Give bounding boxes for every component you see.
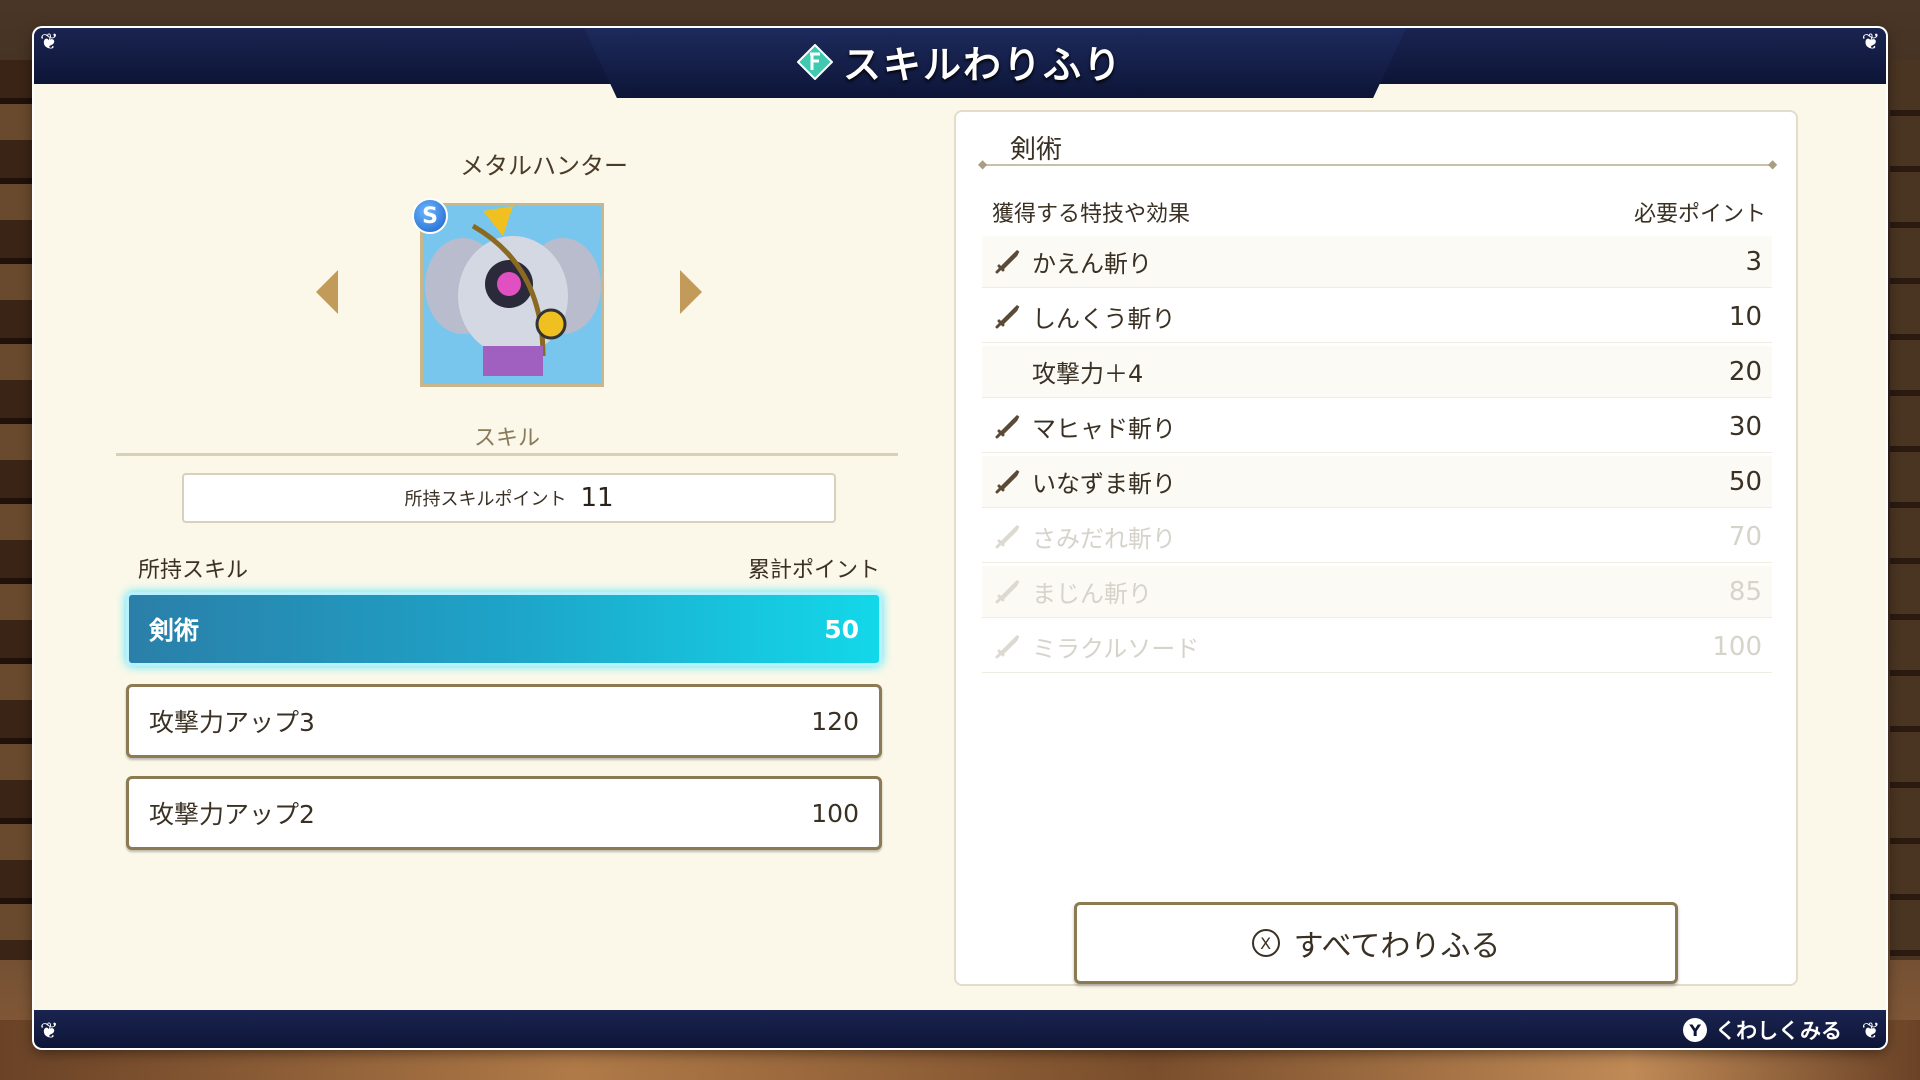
ability-row[interactable]: まじん斬り 85 xyxy=(982,566,1772,618)
ability-points: 50 xyxy=(1728,466,1762,497)
effect-column-label: 獲得する特技や効果 xyxy=(992,202,1191,227)
sword-icon xyxy=(995,634,1020,658)
sword-icon xyxy=(995,414,1020,438)
ability-points: 70 xyxy=(1728,521,1762,552)
ability-points: 30 xyxy=(1728,411,1762,442)
sword-icon xyxy=(995,304,1020,328)
ability-name-group: 攻撃力＋4 xyxy=(992,354,1143,389)
skill-row[interactable]: 攻撃力アップ2 100 xyxy=(126,776,882,850)
corner-ornament-icon: ❦ xyxy=(1861,30,1880,55)
ability-name-group: ミラクルソード xyxy=(992,629,1199,664)
x-button-icon: X xyxy=(1251,929,1280,957)
ability-points: 20 xyxy=(1728,356,1762,387)
corner-ornament-icon: ❦ xyxy=(40,1019,59,1044)
icon-spacer xyxy=(992,357,1022,387)
title-container: スキルわりふり xyxy=(34,34,1886,89)
detail-title: 剣術 xyxy=(1010,135,1063,165)
skill-points-box: 所持スキルポイント 11 xyxy=(182,473,836,523)
ability-points: 100 xyxy=(1712,631,1762,662)
ability-name-group: しんくう斬り xyxy=(992,299,1176,334)
rule-ornament-icon: ◆ xyxy=(978,157,988,171)
ability-name: いなずま斬り xyxy=(1032,470,1176,498)
sword-icon xyxy=(995,249,1020,273)
ability-name: ミラクルソード xyxy=(1032,635,1200,663)
skill-section-label: スキル xyxy=(473,426,540,451)
rule-ornament-icon: ◆ xyxy=(1768,157,1778,171)
ability-row[interactable]: ミラクルソード 100 xyxy=(982,621,1772,673)
skill-row[interactable]: 攻撃力アップ3 120 xyxy=(126,684,882,758)
skill-points-value: 11 xyxy=(580,483,614,513)
ability-points: 85 xyxy=(1728,576,1762,607)
ability-table-header: 獲得する特技や効果 必要ポイント xyxy=(992,196,1766,228)
skill-points-label: 所持スキルポイント xyxy=(404,489,567,510)
sword-icon xyxy=(995,469,1020,493)
prev-character-arrow-icon[interactable] xyxy=(316,270,338,314)
sword-icon xyxy=(995,579,1020,603)
sword-icon xyxy=(995,524,1020,548)
skill-name: 剣術 xyxy=(149,616,200,645)
assign-all-button[interactable]: X すべてわりふる xyxy=(1074,902,1678,984)
skill-name: 攻撃力アップ2 xyxy=(149,800,315,829)
ability-row[interactable]: マヒャド斬り 30 xyxy=(982,401,1772,453)
corner-ornament-icon: ❦ xyxy=(40,30,59,55)
details-hint[interactable]: Y くわしくみる xyxy=(1683,1015,1842,1045)
ability-name: しんくう斬り xyxy=(1032,305,1176,333)
ability-points: 10 xyxy=(1728,301,1762,332)
skill-row-selected[interactable]: 剣術 50 xyxy=(126,592,882,666)
detail-title-rule xyxy=(984,164,1774,166)
ability-name: 攻撃力＋4 xyxy=(1032,360,1144,388)
ability-name: さみだれ斬り xyxy=(1032,525,1176,553)
rank-badge: S xyxy=(412,198,448,234)
skill-points: 120 xyxy=(811,706,859,736)
owned-skills-header: 所持スキル 累計ポイント xyxy=(138,552,880,584)
skill-points: 100 xyxy=(811,798,859,828)
skill-diamond-icon xyxy=(796,43,833,80)
character-portrait xyxy=(420,203,604,387)
ability-name-group: いなずま斬り xyxy=(992,464,1176,499)
section-divider xyxy=(116,453,898,456)
background-bookshelf-right xyxy=(1890,60,1920,960)
ability-name-group: マヒャド斬り xyxy=(992,409,1176,444)
bottom-bar: Y くわしくみる xyxy=(34,1010,1886,1048)
points-column-label: 必要ポイント xyxy=(1633,202,1766,227)
assign-all-label: すべてわりふる xyxy=(1293,929,1501,964)
ability-name-group: まじん斬り xyxy=(992,574,1152,609)
skill-name: 攻撃力アップ3 xyxy=(149,708,315,737)
skill-allocation-window: スキルわりふり ❦ ❦ メタルハンター S スキル 所持スキルポイント 11 所… xyxy=(34,28,1886,1048)
ability-points: 3 xyxy=(1745,246,1762,277)
ability-name: かえん斬り xyxy=(1032,250,1152,278)
owned-skills-label: 所持スキル xyxy=(138,558,249,583)
next-character-arrow-icon[interactable] xyxy=(680,270,702,314)
character-name: メタルハンター xyxy=(460,152,628,180)
ability-name-group: かえん斬り xyxy=(992,244,1152,279)
ability-row[interactable]: さみだれ斬り 70 xyxy=(982,511,1772,563)
ability-row[interactable]: 攻撃力＋4 20 xyxy=(982,346,1772,398)
corner-ornament-icon: ❦ xyxy=(1861,1019,1880,1044)
details-hint-label: くわしくみる xyxy=(1715,1019,1842,1043)
page-title: スキルわりふり xyxy=(842,43,1123,87)
total-points-label: 累計ポイント xyxy=(747,558,880,583)
ability-name: まじん斬り xyxy=(1032,580,1152,608)
ability-row[interactable]: しんくう斬り 10 xyxy=(982,291,1772,343)
ability-row[interactable]: いなずま斬り 50 xyxy=(982,456,1772,508)
skill-points: 50 xyxy=(824,614,859,644)
ability-name: マヒャド斬り xyxy=(1032,415,1176,443)
ability-name-group: さみだれ斬り xyxy=(992,519,1176,554)
y-button-icon: Y xyxy=(1683,1018,1708,1042)
skill-detail-panel: 剣術 ◆ ◆ 獲得する特技や効果 必要ポイント かえん斬り 3 しんくう斬り 10 攻撃… xyxy=(954,110,1798,986)
ability-row[interactable]: かえん斬り 3 xyxy=(982,236,1772,288)
